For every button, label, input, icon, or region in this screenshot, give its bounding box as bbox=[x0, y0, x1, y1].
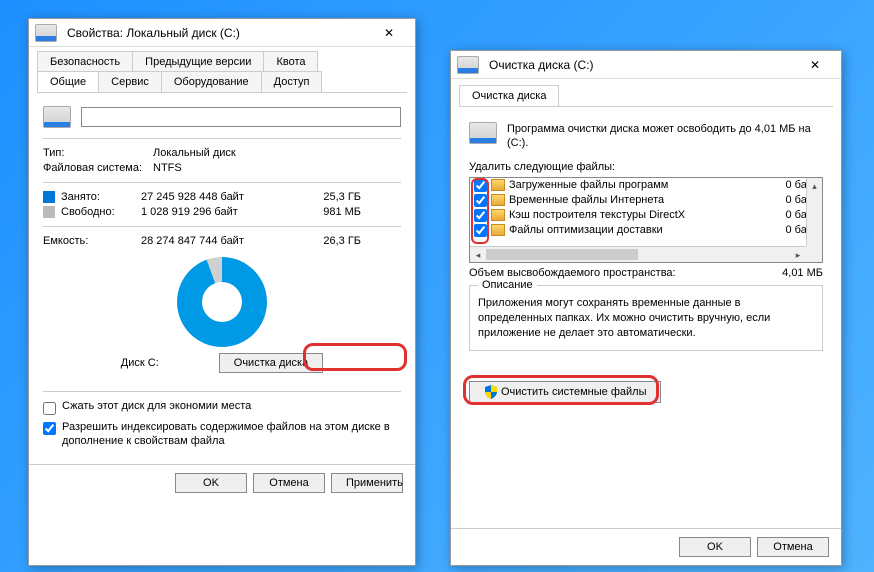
window-title: Свойства: Локальный диск (C:) bbox=[67, 26, 369, 40]
type-label: Тип: bbox=[43, 147, 153, 159]
cap-label: Емкость: bbox=[43, 235, 141, 247]
clean-system-files-label: Очистить системные файлы bbox=[501, 386, 646, 398]
dialog-buttons: OK Отмена Применить bbox=[29, 464, 415, 501]
cap-hr: 26,3 ГБ bbox=[301, 235, 361, 247]
index-label: Разрешить индексировать содержимое файло… bbox=[62, 420, 401, 449]
free-color-icon bbox=[43, 206, 55, 218]
freeable-label: Объем высвобождаемого пространства: bbox=[469, 267, 782, 279]
file-row[interactable]: Файлы оптимизации доставки0 байт bbox=[470, 223, 822, 238]
tab-sharing[interactable]: Доступ bbox=[261, 71, 323, 92]
description-legend: Описание bbox=[478, 279, 537, 291]
tab-general[interactable]: Общие bbox=[37, 71, 99, 92]
compress-label: Сжать этот диск для экономии места bbox=[62, 400, 251, 412]
file-checkbox[interactable] bbox=[474, 209, 487, 222]
compress-checkbox[interactable] bbox=[43, 402, 56, 415]
fs-label: Файловая система: bbox=[43, 162, 153, 174]
tab-security[interactable]: Безопасность bbox=[37, 51, 133, 72]
tab-content: Программа очистки диска может освободить… bbox=[451, 107, 841, 415]
usage-pie-chart bbox=[177, 257, 267, 347]
tab-content: Тип: Локальный диск Файловая система: NT… bbox=[29, 93, 415, 464]
file-name: Загруженные файлы программ bbox=[509, 179, 768, 191]
description-fieldset: Описание Приложения могут сохранять врем… bbox=[469, 285, 823, 351]
tab-previous-versions[interactable]: Предыдущие версии bbox=[132, 51, 264, 72]
folder-icon bbox=[491, 179, 505, 191]
scroll-right-icon[interactable]: ▸ bbox=[790, 247, 806, 262]
tab-quota[interactable]: Квота bbox=[263, 51, 318, 72]
free-bytes: 1 028 919 296 байт bbox=[141, 206, 301, 218]
file-name: Временные файлы Интернета bbox=[509, 194, 768, 206]
file-name: Файлы оптимизации доставки bbox=[509, 224, 768, 236]
type-value: Локальный диск bbox=[153, 147, 236, 159]
used-bytes: 27 245 928 448 байт bbox=[141, 191, 301, 203]
cap-bytes: 28 274 847 744 байт bbox=[141, 235, 301, 247]
scroll-thumb[interactable] bbox=[486, 249, 638, 260]
file-list[interactable]: Загруженные файлы программ0 байтВременны… bbox=[469, 177, 823, 263]
used-label: Занято: bbox=[61, 191, 141, 203]
used-hr: 25,3 ГБ bbox=[301, 191, 361, 203]
scroll-up-icon[interactable]: ▴ bbox=[807, 178, 822, 194]
clean-system-files-button[interactable]: Очистить системные файлы bbox=[469, 381, 661, 403]
file-row[interactable]: Кэш построителя текстуры DirectX0 байт bbox=[470, 208, 822, 223]
cleanup-window: Очистка диска (C:) ✕ Очистка диска Прогр… bbox=[450, 50, 842, 566]
cleanup-icon bbox=[457, 56, 479, 74]
fs-value: NTFS bbox=[153, 162, 182, 174]
intro-text: Программа очистки диска может освободить… bbox=[507, 122, 823, 151]
freeable-value: 4,01 МБ bbox=[782, 267, 823, 279]
tabs-row: Очистка диска bbox=[459, 85, 833, 107]
vertical-scrollbar[interactable]: ▴ bbox=[806, 178, 822, 246]
file-checkbox[interactable] bbox=[474, 179, 487, 192]
folder-icon bbox=[491, 194, 505, 206]
description-text: Приложения могут сохранять временные дан… bbox=[478, 296, 814, 342]
close-button[interactable]: ✕ bbox=[795, 53, 835, 77]
used-color-icon bbox=[43, 191, 55, 203]
delete-files-label: Удалить следующие файлы: bbox=[469, 161, 823, 173]
file-row[interactable]: Временные файлы Интернета0 байт bbox=[470, 193, 822, 208]
dialog-buttons: OK Отмена bbox=[451, 528, 841, 565]
tab-hardware[interactable]: Оборудование bbox=[161, 71, 262, 92]
tabs-row-bottom: Общие Сервис Оборудование Доступ bbox=[37, 71, 407, 93]
disk-cleanup-button[interactable]: Очистка диска bbox=[219, 353, 323, 373]
folder-icon bbox=[491, 224, 505, 236]
index-checkbox[interactable] bbox=[43, 422, 56, 435]
ok-button[interactable]: OK bbox=[679, 537, 751, 557]
file-checkbox[interactable] bbox=[474, 224, 487, 237]
properties-window: Свойства: Локальный диск (C:) ✕ Безопасн… bbox=[28, 18, 416, 566]
tabs-row-top: Безопасность Предыдущие версии Квота bbox=[37, 51, 407, 72]
shield-icon bbox=[484, 385, 498, 399]
folder-icon bbox=[491, 209, 505, 221]
drive-icon bbox=[35, 24, 57, 42]
drive-icon-large bbox=[43, 106, 71, 128]
window-title: Очистка диска (C:) bbox=[489, 58, 795, 72]
file-row[interactable]: Загруженные файлы программ0 байт bbox=[470, 178, 822, 193]
scroll-corner bbox=[806, 246, 822, 262]
volume-name-input[interactable] bbox=[81, 107, 401, 127]
tab-service[interactable]: Сервис bbox=[98, 71, 162, 92]
scroll-left-icon[interactable]: ◂ bbox=[470, 247, 486, 262]
tab-cleanup[interactable]: Очистка диска bbox=[459, 85, 559, 106]
free-label: Свободно: bbox=[61, 206, 141, 218]
titlebar[interactable]: Свойства: Локальный диск (C:) ✕ bbox=[29, 19, 415, 47]
apply-button[interactable]: Применить bbox=[331, 473, 403, 493]
disk-label: Диск C: bbox=[121, 357, 159, 369]
free-hr: 981 МБ bbox=[301, 206, 361, 218]
ok-button[interactable]: OK bbox=[175, 473, 247, 493]
file-name: Кэш построителя текстуры DirectX bbox=[509, 209, 768, 221]
titlebar[interactable]: Очистка диска (C:) ✕ bbox=[451, 51, 841, 79]
drive-icon bbox=[469, 122, 497, 144]
file-checkbox[interactable] bbox=[474, 194, 487, 207]
cancel-button[interactable]: Отмена bbox=[757, 537, 829, 557]
close-button[interactable]: ✕ bbox=[369, 21, 409, 45]
cancel-button[interactable]: Отмена bbox=[253, 473, 325, 493]
horizontal-scrollbar[interactable]: ◂ ▸ bbox=[470, 246, 806, 262]
